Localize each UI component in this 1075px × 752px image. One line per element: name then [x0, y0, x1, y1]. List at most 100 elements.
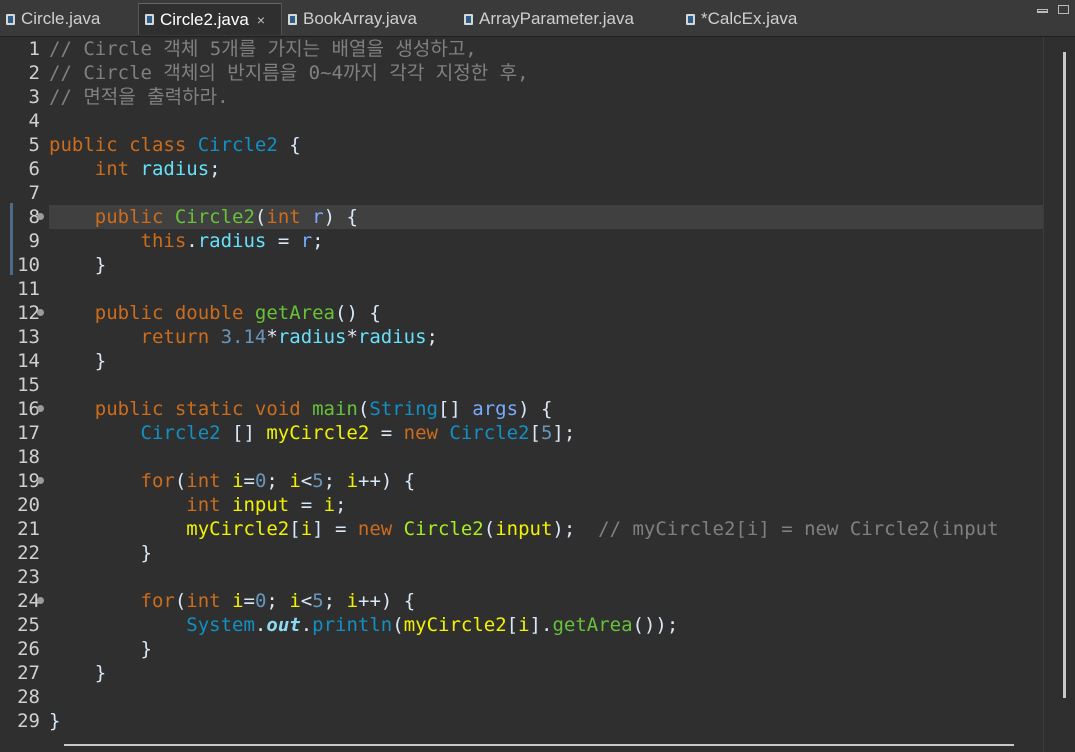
code-text: System.out.println(myCircle2[i].getArea(…	[49, 613, 1044, 637]
code-line[interactable]: 13 return 3.14*radius*radius;	[0, 325, 1044, 349]
code-text: public static void main(String[] args) {	[49, 397, 1044, 421]
code-token: [	[529, 422, 541, 444]
code-line[interactable]: 20 int input = i;	[0, 493, 1044, 517]
code-token: ];	[552, 422, 576, 444]
code-line[interactable]: 23	[0, 565, 1044, 589]
code-line[interactable]: 1 // Circle 객체 5개를 가지는 배열을 생성하고,	[0, 37, 1044, 61]
scroll-thumb[interactable]	[1063, 52, 1066, 698]
code-text: // 면적을 출력하라.	[49, 85, 1044, 109]
code-line[interactable]: 3 // 면적을 출력하라.	[0, 85, 1044, 109]
code-line[interactable]: 19 for(int i=0; i<5; i++) {	[0, 469, 1044, 493]
tab-arrayparameter-java[interactable]: ArrayParameter.java	[458, 3, 680, 35]
line-number: 3	[28, 86, 40, 108]
code-text: this.radius = r;	[49, 229, 1044, 253]
code-line[interactable]: 16 public static void main(String[] args…	[0, 397, 1044, 421]
code-line[interactable]: 28	[0, 685, 1044, 709]
code-token: ;	[209, 158, 221, 180]
code-token: []	[437, 398, 473, 420]
code-line[interactable]: 9 this.radius = r;	[0, 229, 1044, 253]
code-token: 0	[254, 590, 267, 612]
horizontal-scrollbar[interactable]	[49, 736, 1044, 752]
code-token: Circle2	[403, 518, 484, 540]
fold-toggle-icon[interactable]	[37, 405, 44, 412]
code-text: }	[49, 349, 1044, 373]
code-line[interactable]: 10 }	[0, 253, 1044, 277]
code-line[interactable]: 8 public Circle2(int r) {	[0, 205, 1044, 229]
code-line[interactable]: 25 System.out.println(myCircle2[i].getAr…	[0, 613, 1044, 637]
code-token: public class	[49, 134, 198, 156]
code-token: public double	[94, 302, 255, 324]
tab-label: Circle2.java	[160, 9, 249, 29]
line-number: 27	[17, 662, 40, 684]
code-token: int	[186, 494, 233, 516]
vertical-scrollbar[interactable]	[1043, 37, 1075, 752]
code-token: int	[266, 206, 313, 228]
tab-circle-java[interactable]: Circle.java	[0, 3, 138, 35]
code-line[interactable]: 26 }	[0, 637, 1044, 661]
code-line[interactable]: 4	[0, 109, 1044, 133]
fold-toggle-icon[interactable]	[37, 309, 44, 316]
tab-circle2-java[interactable]: Circle2.java ×	[138, 3, 282, 35]
code-token: r	[300, 230, 313, 252]
code-text: public class Circle2 {	[49, 133, 1044, 157]
tab-bookarray-java[interactable]: BookArray.java	[282, 3, 458, 35]
code-line[interactable]: 18	[0, 445, 1044, 469]
line-number: 5	[28, 134, 40, 156]
line-number: 23	[17, 566, 40, 588]
code-token: 5	[312, 470, 324, 492]
code-line[interactable]: 24 for(int i=0; i<5; i++) {	[0, 589, 1044, 613]
code-token: {	[277, 134, 301, 156]
line-number: 2	[28, 62, 40, 84]
code-line[interactable]: 17 Circle2 [] myCircle2 = new Circle2[5]…	[0, 421, 1044, 445]
line-number: 14	[17, 350, 40, 372]
code-line[interactable]: 6 int radius;	[0, 157, 1044, 181]
fold-toggle-icon[interactable]	[37, 477, 44, 484]
ide-window: Circle.java Circle2.java × BookArray.jav…	[0, 0, 1075, 752]
code-editor[interactable]: 1 // Circle 객체 5개를 가지는 배열을 생성하고, 2 // Circl…	[0, 37, 1075, 752]
java-file-icon	[464, 13, 473, 25]
code-token: i	[323, 494, 336, 516]
code-line[interactable]: 14 }	[0, 349, 1044, 373]
code-line[interactable]: 21 myCircle2[i] = new Circle2(input); //…	[0, 517, 1044, 541]
line-number: 7	[28, 182, 40, 204]
code-token: Circle2	[174, 206, 255, 228]
code-token: radius	[140, 158, 210, 180]
code-text: int input = i;	[49, 493, 1044, 517]
code-text: public double getArea() {	[49, 301, 1044, 325]
code-line[interactable]: 2 // Circle 객체의 반지름을 0~4까지 각각 지정한 후,	[0, 61, 1044, 85]
code-line[interactable]: 29}	[0, 709, 1044, 733]
code-token: (	[357, 398, 370, 420]
fold-toggle-icon[interactable]	[37, 597, 44, 604]
code-line[interactable]: 27 }	[0, 661, 1044, 685]
code-token: ++) {	[358, 470, 416, 492]
tab-calcex-java[interactable]: *CalcEx.java	[680, 3, 830, 35]
code-line[interactable]: 7	[0, 181, 1044, 205]
code-token: return	[140, 326, 221, 348]
java-file-icon	[6, 13, 15, 25]
minimize-icon[interactable]	[1037, 9, 1048, 13]
maximize-icon[interactable]	[1058, 5, 1069, 14]
code-line[interactable]: 12 public double getArea() {	[0, 301, 1044, 325]
code-line[interactable]: 5 public class Circle2 {	[0, 133, 1044, 157]
code-token: ;	[266, 470, 290, 492]
code-token: [	[289, 518, 301, 540]
scroll-thumb[interactable]	[64, 744, 1014, 746]
code-text: return 3.14*radius*radius;	[49, 325, 1044, 349]
fold-toggle-icon[interactable]	[37, 213, 44, 220]
code-token: Circle2	[197, 134, 278, 156]
code-line[interactable]: 15	[0, 373, 1044, 397]
line-number: 25	[17, 614, 40, 636]
code-line[interactable]: 22 }	[0, 541, 1044, 565]
close-icon[interactable]: ×	[257, 12, 265, 28]
code-token: (	[483, 518, 496, 540]
code-token: (	[254, 206, 267, 228]
code-line[interactable]: 11	[0, 277, 1044, 301]
